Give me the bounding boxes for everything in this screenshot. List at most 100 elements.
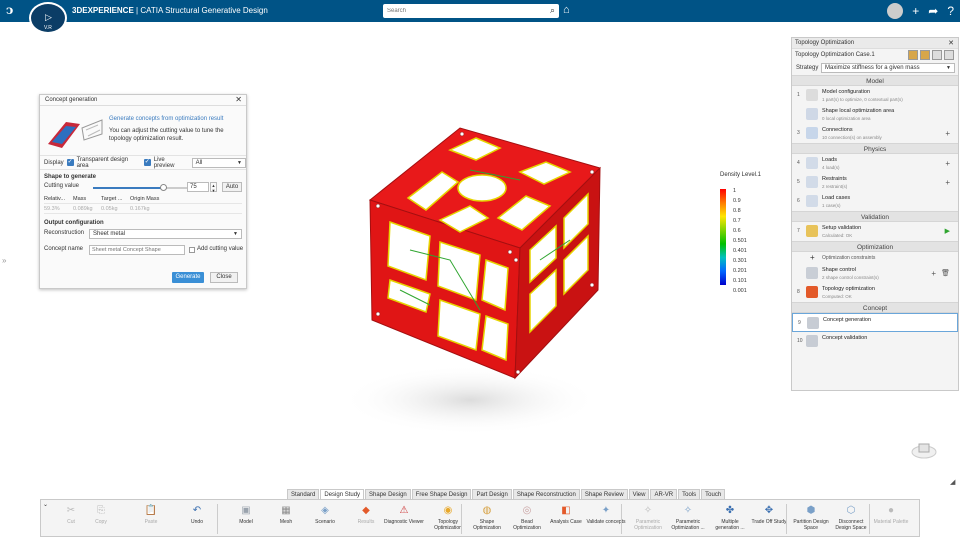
case-icon[interactable]	[908, 50, 918, 60]
case-actions	[908, 50, 954, 60]
table-header[interactable]: Mass	[73, 196, 101, 202]
share-icon[interactable]: ➦	[928, 4, 938, 18]
delete-icon[interactable]: 🗑	[941, 269, 950, 277]
results-button[interactable]: ◆ Results	[346, 502, 386, 536]
mesh-button[interactable]: ▦ Mesh	[266, 502, 306, 536]
analysis-icon: ◧	[561, 505, 571, 516]
diagnostic-viewer-button[interactable]: ⚠ Diagnostic Viewer	[384, 502, 424, 536]
partition-design-space-button[interactable]: ⬢ Partition Design Space	[791, 502, 831, 536]
3d-viewport-part[interactable]	[330, 110, 630, 440]
bead-optimization-button[interactable]: ◎ Bead Optimization	[507, 502, 547, 536]
add-icon[interactable]: +	[931, 269, 936, 278]
concept-generation-item[interactable]: 9 Concept generation	[792, 313, 958, 332]
table-cell: 0.167kg	[130, 205, 150, 212]
tab-shape-design[interactable]: Shape Design	[365, 489, 411, 499]
optimization-constraints-row[interactable]: + Optimization constraints	[792, 252, 958, 264]
search-box[interactable]: ⌕	[383, 4, 559, 18]
optimized-cube-model[interactable]	[330, 110, 630, 440]
shape-local-area-item[interactable]: Shape local optimization area 0 local op…	[792, 105, 958, 124]
generate-button[interactable]: Generate	[172, 272, 204, 283]
tab-view[interactable]: View	[628, 489, 650, 499]
add-icon[interactable]: +	[810, 253, 815, 262]
concept-name-input[interactable]	[89, 245, 185, 255]
live-preview-checkbox[interactable]: ✓	[143, 159, 151, 166]
add-icon[interactable]: +	[912, 4, 919, 18]
case-settings-icon[interactable]	[932, 50, 942, 60]
compass-widget[interactable]: ▷ V.R	[29, 2, 67, 34]
tab-shape-review[interactable]: Shape Review	[580, 489, 628, 499]
model-configuration-item[interactable]: 1 Model configuration 1 part(s) to optim…	[792, 86, 958, 105]
tab-free-shape-design[interactable]: Free Shape Design	[411, 489, 472, 499]
cutting-spinner[interactable]: ▲ ▼	[210, 182, 217, 193]
add-icon[interactable]: +	[945, 178, 950, 187]
table-cell: 59.3%	[44, 205, 60, 212]
paste-button[interactable]: 📋 Paste	[131, 502, 171, 536]
parametric-optimization-button[interactable]: ✧ Parametric Optimization ...	[668, 502, 708, 536]
help-icon[interactable]: ?	[947, 4, 954, 18]
panel-title-bar[interactable]: Topology Optimization ✕	[792, 38, 958, 49]
dassault-logo-icon[interactable]: ↄ	[6, 3, 22, 19]
undo-button[interactable]: ↶ Undo	[177, 502, 217, 536]
parametric-optimization-button[interactable]: ✧ Parametric Optimization	[628, 502, 668, 536]
concept-validation-item[interactable]: 10 Concept validation	[792, 332, 958, 351]
topology-optimization-button[interactable]: ◉ Topology Optimization	[428, 502, 468, 536]
display-select[interactable]: All ▼	[191, 157, 246, 168]
tab-tools[interactable]: Tools	[678, 489, 701, 499]
shape-control-item[interactable]: Shape control 2 shape control constraint…	[792, 264, 958, 283]
load-cases-item[interactable]: 6 Load cases 1 case(s)	[792, 192, 958, 211]
setup-validation-item[interactable]: 7 Setup validation Calculated: OK ▶	[792, 222, 958, 241]
tag-icon[interactable]: ⌂	[563, 4, 570, 16]
add-cutting-checkbox[interactable]	[189, 247, 195, 253]
multiple-generation-button[interactable]: ✤ Multiple generation ...	[710, 502, 750, 536]
auto-button[interactable]: Auto	[222, 182, 242, 192]
search-icon[interactable]: ⌕	[550, 5, 555, 16]
table-header[interactable]: Origin Mass	[130, 196, 170, 202]
topology-optimization-item[interactable]: 8 Topology optimization Computed: OK	[792, 283, 958, 302]
table-header[interactable]: Target ...	[101, 196, 130, 202]
model-config-icon	[806, 89, 818, 101]
tab-part-design[interactable]: Part Design	[472, 489, 512, 499]
table-header[interactable]: Relativ...	[44, 196, 73, 202]
avatar[interactable]	[887, 3, 904, 19]
add-icon[interactable]: +	[945, 129, 950, 138]
scenario-button[interactable]: ◈ Scenario	[305, 502, 345, 536]
disconnect-design-space-button[interactable]: ⬡ Disconnect Design Space	[831, 502, 871, 536]
run-validation-icon[interactable]: ▶	[945, 227, 950, 235]
collapse-toolbar-icon[interactable]: ⌄	[43, 501, 48, 508]
tab-touch[interactable]: Touch	[701, 489, 726, 499]
play-icon[interactable]: ▷	[45, 12, 52, 23]
tab-design-study[interactable]: Design Study	[320, 489, 365, 499]
tab-standard[interactable]: Standard	[287, 489, 320, 499]
shape-optimization-button[interactable]: ◍ Shape Optimization	[467, 502, 507, 536]
restraints-item[interactable]: 5 Restraints 2 restraint(s) +	[792, 173, 958, 192]
tab-shape-reconstruction[interactable]: Shape Reconstruction	[512, 489, 580, 499]
add-icon[interactable]: +	[945, 159, 950, 168]
connections-item[interactable]: 3 Connections 10 connection(s) on assemb…	[792, 124, 958, 143]
cutting-slider[interactable]	[93, 184, 188, 191]
loads-item[interactable]: 4 Loads 4 load(s) +	[792, 154, 958, 173]
hero-link[interactable]: Generate concepts from optimization resu…	[109, 116, 223, 122]
cutting-value-input[interactable]: 75	[187, 182, 209, 192]
panel-close-icon[interactable]: ✕	[948, 39, 954, 47]
search-input[interactable]	[383, 4, 533, 18]
expand-corner-icon[interactable]: ◢	[950, 478, 955, 486]
close-icon[interactable]: ✕	[235, 95, 242, 104]
slider-handle[interactable]	[160, 184, 168, 191]
material-palette-button[interactable]: ● Material Palette	[871, 502, 911, 536]
toolbar-label: Model	[239, 519, 253, 525]
trade-off-study-button[interactable]: ✥ Trade Off Study	[749, 502, 789, 536]
strategy-select[interactable]: Maximize stiffness for a given mass ▼	[821, 63, 955, 73]
model-button[interactable]: ▣ Model	[226, 502, 266, 536]
copy-button[interactable]: ⎘ Copy	[81, 502, 121, 536]
validate-concepts-button[interactable]: ✦ Validate concepts	[586, 502, 626, 536]
close-button[interactable]: Close	[210, 272, 238, 283]
case-run-icon[interactable]	[920, 50, 930, 60]
transparent-checkbox[interactable]: ✓	[66, 159, 74, 166]
navigation-cube-icon[interactable]	[910, 440, 938, 460]
tab-ar-vr[interactable]: AR-VR	[650, 489, 678, 499]
expand-left-icon[interactable]: »	[2, 256, 6, 265]
dialog-title-bar[interactable]: Concept generation ✕	[40, 95, 246, 106]
reconstruction-select[interactable]: Sheet metal ▼	[89, 229, 242, 239]
case-list-icon[interactable]	[944, 50, 954, 60]
analysis-case-button[interactable]: ◧ Analysis Case	[546, 502, 586, 536]
